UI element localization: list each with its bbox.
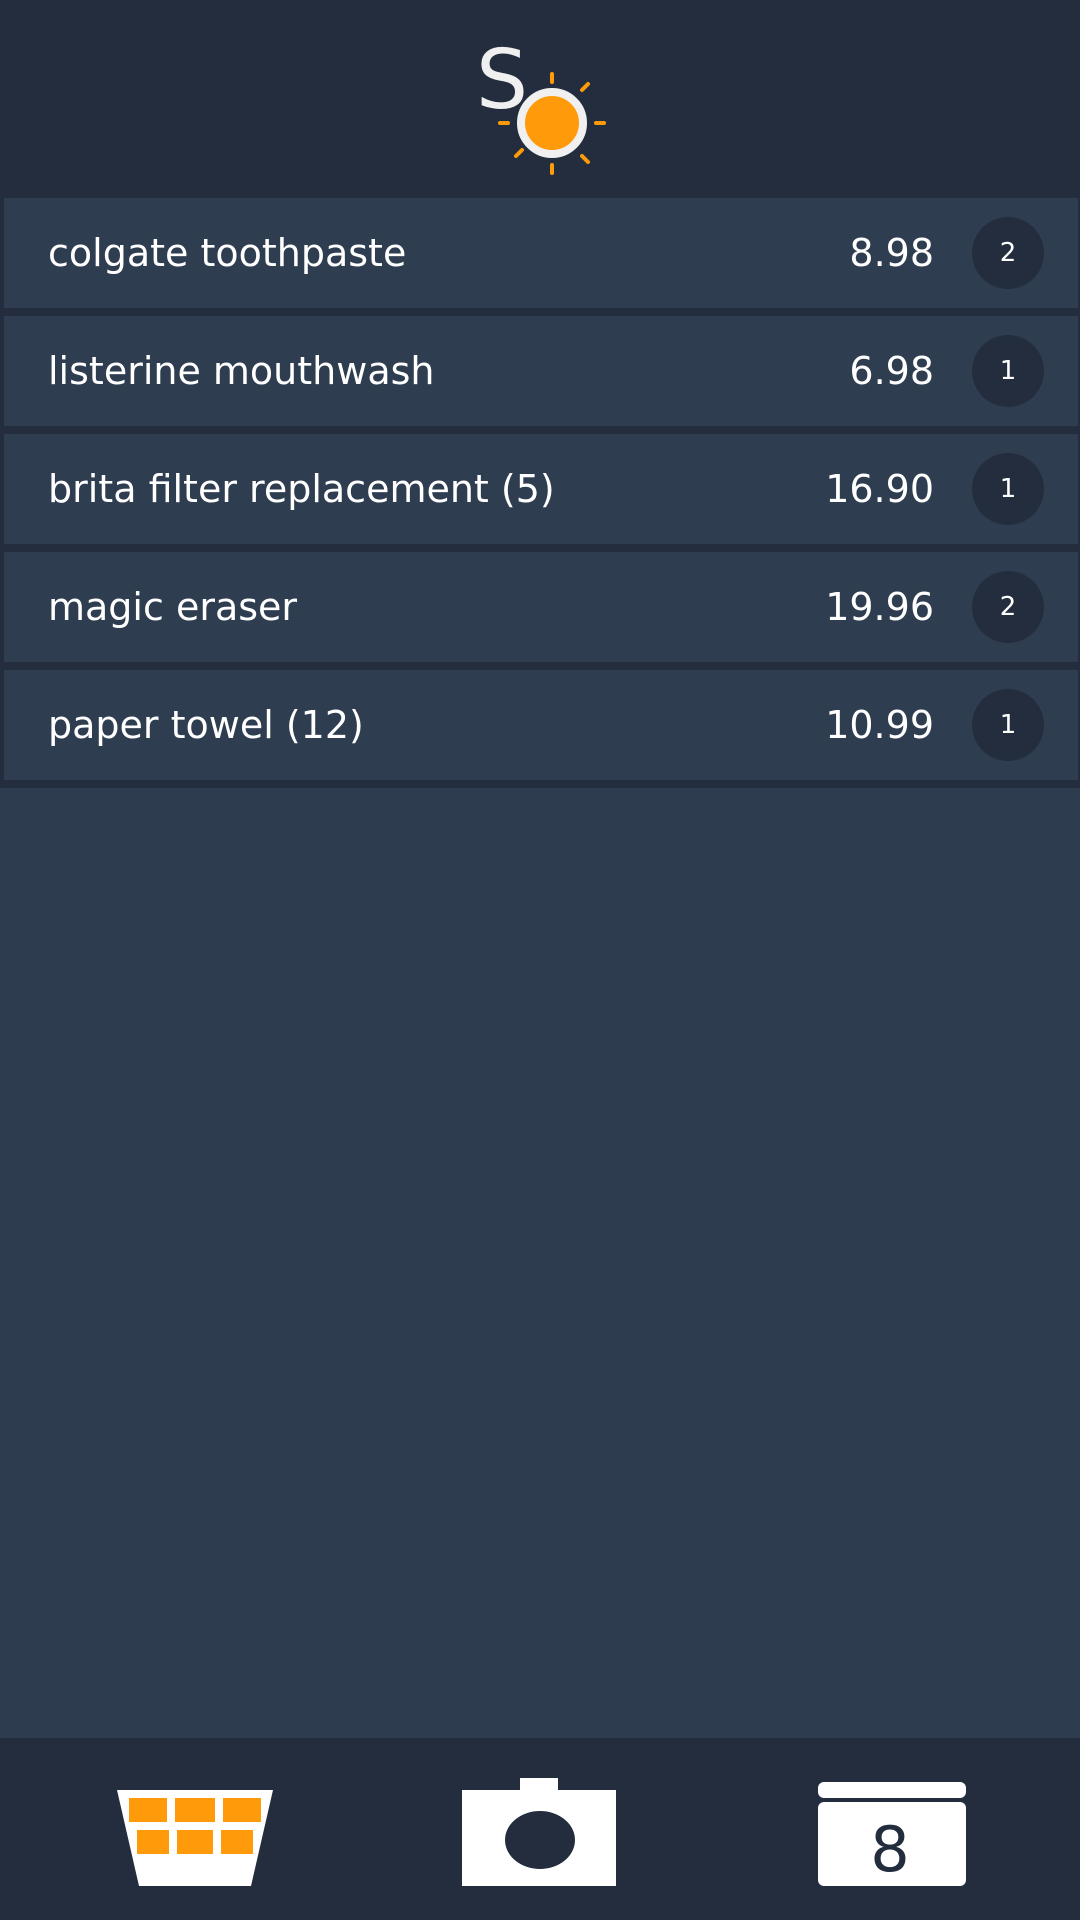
- quantity-badge[interactable]: 1: [972, 689, 1044, 761]
- item-price: 19.96: [825, 585, 934, 629]
- item-name: brita filter replacement (5): [48, 467, 555, 511]
- item-name: colgate toothpaste: [48, 231, 407, 275]
- quantity-badge[interactable]: 1: [972, 335, 1044, 407]
- list-item[interactable]: brita filter replacement (5) 16.90 1: [4, 434, 1078, 544]
- sun-logo-icon: S: [476, 33, 606, 175]
- camera-button[interactable]: [460, 1778, 620, 1888]
- item-price: 6.98: [849, 349, 934, 393]
- calendar-button[interactable]: 8: [810, 1778, 970, 1888]
- bottom-nav-bar: 8: [0, 1738, 1080, 1920]
- list-item[interactable]: colgate toothpaste 8.98 2: [4, 198, 1078, 308]
- empty-list-area: [0, 794, 1080, 1738]
- quantity-badge[interactable]: 1: [972, 453, 1044, 525]
- basket-button[interactable]: [115, 1778, 275, 1888]
- item-name: listerine mouthwash: [48, 349, 435, 393]
- list-item[interactable]: magic eraser 19.96 2: [4, 552, 1078, 662]
- quantity-badge[interactable]: 2: [972, 571, 1044, 643]
- logo-letter: S: [476, 33, 528, 128]
- basket-icon: [117, 1790, 273, 1886]
- list-item[interactable]: listerine mouthwash 6.98 1: [4, 316, 1078, 426]
- item-name: magic eraser: [48, 585, 298, 629]
- app-header: S: [0, 0, 1080, 196]
- item-name: paper towel (12): [48, 703, 364, 747]
- quantity-badge[interactable]: 2: [972, 217, 1044, 289]
- calendar-day-label: 8: [870, 1813, 910, 1886]
- camera-icon: [462, 1778, 616, 1886]
- list-item[interactable]: paper towel (12) 10.99 1: [4, 670, 1078, 780]
- item-price: 16.90: [825, 467, 934, 511]
- item-price: 8.98: [849, 231, 934, 275]
- item-list: colgate toothpaste 8.98 2 listerine mout…: [0, 196, 1080, 788]
- item-price: 10.99: [825, 703, 934, 747]
